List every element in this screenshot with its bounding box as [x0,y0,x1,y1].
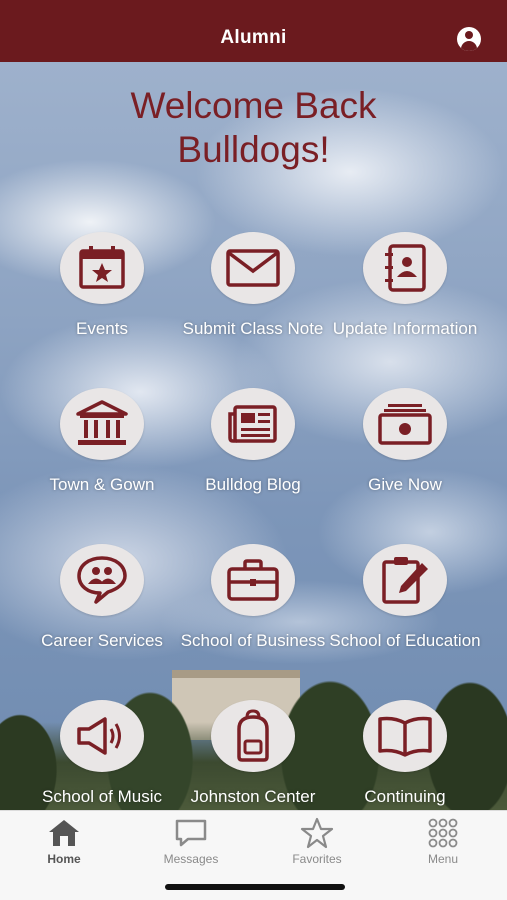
tile-label: Update Information [332,319,478,338]
tile-school-of-education[interactable]: School of Education [325,544,485,652]
tab-messages[interactable]: Messages [146,817,236,866]
app-title: Alumni [220,27,287,48]
tile-label: Johnston Center [190,787,316,806]
tab-menu[interactable]: Menu [398,817,488,866]
tile-school-of-music[interactable]: School of Music [22,700,182,808]
tile-label: School of Education [329,631,481,650]
briefcase-icon [211,544,295,616]
tile-continuing[interactable]: Continuing [325,700,485,808]
envelope-icon [211,232,295,304]
tile-label: Town & Gown [49,475,155,494]
tile-give-now[interactable]: Give Now [325,388,485,496]
clipboard-pencil-icon [363,544,447,616]
top-bar: Alumni [0,0,507,62]
chat-bubble-icon [146,817,236,849]
tile-submit-class-note[interactable]: Submit Class Note [173,232,333,340]
tile-label: Bulldog Blog [205,475,301,494]
tile-label: Submit Class Note [182,319,324,338]
newspaper-icon [211,388,295,460]
welcome-line-1: Welcome Back [130,85,377,126]
tile-johnston-center[interactable]: Johnston Center [173,700,333,808]
building-columns-icon [60,388,144,460]
tile-label: School of Music [42,787,162,806]
calendar-star-icon [60,232,144,304]
tile-label: Continuing [364,787,446,806]
tab-label: Favorites [292,852,342,866]
money-stack-icon [363,388,447,460]
chat-people-icon [60,544,144,616]
account-icon[interactable] [457,27,481,51]
tile-bulldog-blog[interactable]: Bulldog Blog [173,388,333,496]
tab-label: Messages [163,852,219,866]
address-book-icon [363,232,447,304]
tile-label: Career Services [41,631,163,650]
tile-update-information[interactable]: Update Information [325,232,485,340]
open-book-icon [363,700,447,772]
backpack-icon [211,700,295,772]
megaphone-icon [60,700,144,772]
tile-label: School of Business [180,631,326,650]
tab-home[interactable]: Home [19,817,109,866]
tile-school-of-business[interactable]: School of Business [173,544,333,652]
tab-favorites[interactable]: Favorites [272,817,362,866]
tab-label: Menu [427,852,459,866]
tab-label: Home [47,852,81,866]
welcome-heading: Welcome Back Bulldogs! [0,84,507,172]
tile-label: Events [76,319,128,338]
home-indicator [165,884,345,890]
welcome-line-2: Bulldogs! [177,129,330,170]
tile-events[interactable]: Events [22,232,182,340]
tile-town-and-gown[interactable]: Town & Gown [22,388,182,496]
tile-career-services[interactable]: Career Services [22,544,182,652]
grid-dots-icon [398,817,488,849]
tile-label: Give Now [368,475,442,494]
star-icon [272,817,362,849]
home-icon [19,817,109,849]
